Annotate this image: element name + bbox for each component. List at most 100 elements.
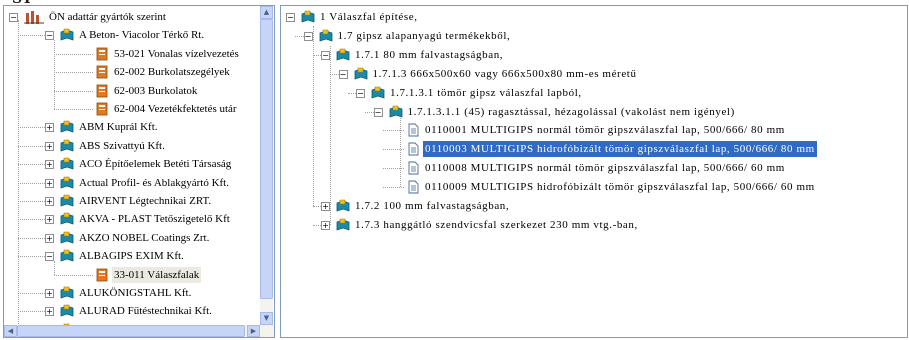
document-icon: [95, 268, 109, 282]
collapse-toggle[interactable]: −: [9, 13, 18, 22]
category-node[interactable]: 1.7.2 100 mm falvastagságban,: [336, 198, 511, 214]
document-node[interactable]: 53-021 Vonalas vízelvezetés: [95, 46, 241, 62]
category-node[interactable]: 1.7.3 hanggátló szendvicsfal szerkezet 2…: [336, 217, 640, 233]
document-node[interactable]: 62-002 Burkolatszegélyek: [95, 64, 232, 80]
manufacturer-node[interactable]: AKVA - PLAST Tetőszigetelő Kft: [60, 211, 232, 227]
bars-chart-icon: [24, 10, 44, 24]
product-node[interactable]: 0110003 MULTIGIPS hidrofóbizált tömör gi…: [406, 140, 818, 159]
collapse-toggle[interactable]: −: [45, 31, 54, 41]
collapse-toggle[interactable]: −: [303, 31, 313, 41]
tree-connector: [347, 92, 356, 94]
document-icon: [95, 102, 109, 116]
manufacturer-node[interactable]: AKZO NOBEL Coatings Zrt.: [60, 230, 211, 246]
tree-node-label: 1.7.1 80 mm falvastagságban,: [355, 48, 504, 61]
page-icon: [406, 180, 420, 194]
product-node[interactable]: 0110001 MULTIGIPS normál tömör gipszvála…: [406, 122, 787, 138]
scroll-right-button[interactable]: ▶: [247, 325, 260, 337]
manufacturer-tree-panel: − ÖN adattár gyártók szerint − A Beton- Via…: [3, 5, 275, 338]
tree-node-label: 0110001 MULTIGIPS normál tömör gipszvála…: [425, 124, 785, 137]
tree-node-label: 53-021 Vonalas vízelvezetés: [114, 47, 239, 60]
manufacturer-node[interactable]: ABS Szivattyú Kft.: [60, 138, 167, 154]
product-node[interactable]: 0110008 MULTIGIPS normál tömör gipszvála…: [406, 160, 787, 176]
book-icon: [60, 231, 74, 245]
expand-toggle[interactable]: +: [45, 160, 54, 170]
tree-connector: [365, 111, 374, 113]
tree-connector: [312, 206, 321, 207]
expand-toggle[interactable]: +: [45, 197, 54, 206]
hscroll-thumb[interactable]: [17, 325, 245, 337]
document-icon: [95, 65, 109, 79]
category-node[interactable]: 1.7.1.3.1.1 (45) ragasztással, hézagolás…: [389, 104, 737, 120]
tree-root[interactable]: ÖN adattár gyártók szerint: [24, 9, 168, 25]
category-node[interactable]: 1 Válaszfal építése,: [301, 9, 420, 25]
tree-node-label: 1.7.2 100 mm falvastagságban,: [355, 200, 510, 212]
scroll-down-button[interactable]: ▼: [260, 312, 273, 325]
manufacturer-node[interactable]: Actual Profil- és Ablakgyártó Kft.: [60, 175, 231, 191]
manufacturer-node[interactable]: ABM Kuprál Kft.: [60, 119, 160, 135]
collapse-toggle[interactable]: −: [45, 252, 54, 262]
book-icon: [60, 304, 74, 318]
product-node[interactable]: 0110009 MULTIGIPS hidrofóbizált tömör gi…: [406, 179, 817, 195]
scroll-thumb[interactable]: [260, 19, 273, 299]
tree-node-label: 1 Válaszfal építése,: [320, 11, 418, 23]
expand-toggle[interactable]: +: [45, 178, 54, 188]
manufacturer-node[interactable]: ALURAD Fűtéstechnikai Kft.: [60, 303, 214, 319]
tree-node-label: ALUKÖNIGSTAHL Kft.: [79, 287, 192, 299]
collapse-toggle[interactable]: −: [321, 50, 330, 60]
tree-node-label: AIRVENT Légtechnikai ZRT.: [79, 195, 212, 207]
tree-connector: [330, 73, 339, 75]
document-node[interactable]: 33-011 Válaszfalak: [95, 266, 202, 283]
category-node[interactable]: 1.7.1.3 666x500x60 vagy 666x500x80 mm-es…: [354, 66, 639, 82]
page-icon: [406, 142, 420, 156]
manufacturer-node[interactable]: ACO Építőelemek Betéti Társaság: [60, 156, 233, 172]
expand-toggle[interactable]: +: [45, 233, 54, 243]
tree-connector: [54, 260, 55, 275]
scroll-left-button[interactable]: ◀: [4, 325, 17, 337]
tree-connector: [18, 293, 45, 294]
book-icon: [389, 105, 403, 119]
book-icon: [60, 28, 74, 42]
collapse-toggle[interactable]: −: [286, 13, 295, 22]
tree-connector: [312, 54, 321, 56]
category-node[interactable]: 1.7.1.3.1 tömör gipsz válaszfal lapból,: [371, 85, 584, 101]
expand-toggle[interactable]: +: [45, 307, 54, 317]
manufacturer-node[interactable]: ALBAGIPS EXIM Kft.: [60, 248, 186, 264]
book-icon: [60, 120, 74, 134]
category-node[interactable]: 1.7.1 80 mm falvastagságban,: [336, 47, 505, 63]
tree-connector: [18, 256, 45, 258]
collapse-toggle[interactable]: −: [373, 107, 383, 117]
tree-connector: [18, 20, 19, 325]
manufacturer-tree[interactable]: − ÖN adattár gyártók szerint − A Beton- Via…: [4, 6, 260, 325]
tree-node-label: AKZO NOBEL Coatings Zrt.: [79, 231, 210, 244]
manufacturer-node[interactable]: A Beton- Viacolor Térkő Rt.: [60, 27, 206, 43]
manufacturer-node[interactable]: ALUKÖNIGSTAHL Kft.: [60, 285, 193, 301]
document-node[interactable]: 62-004 Vezetékfektetés utár: [95, 101, 239, 117]
tree-node-label: 1.7.1.3.1 tömör gipsz válaszfal lapból,: [390, 86, 582, 99]
document-node[interactable]: 62-003 Burkolatok: [95, 83, 199, 99]
book-icon: [60, 139, 74, 153]
collapse-toggle[interactable]: −: [338, 69, 348, 79]
expand-toggle[interactable]: +: [321, 202, 330, 211]
tree-connector: [18, 127, 45, 129]
page-icon: [406, 123, 420, 137]
tree-connector: [18, 164, 45, 166]
book-icon: [336, 199, 350, 213]
category-node[interactable]: 1.7 gipsz alapanyagú termékekből,: [319, 28, 513, 44]
horizontal-scrollbar[interactable]: ◀ ▶: [4, 325, 260, 337]
tree-node-label: 1.7 gipsz alapanyagú termékekből,: [337, 29, 511, 42]
expand-toggle[interactable]: +: [321, 220, 330, 230]
book-icon: [60, 176, 74, 190]
expand-toggle[interactable]: +: [45, 289, 54, 298]
tree-node-label: 62-002 Burkolatszegélyek: [114, 66, 230, 79]
book-icon: [354, 67, 368, 81]
scroll-up-button[interactable]: ▲: [260, 6, 273, 19]
tree-connector: [54, 72, 93, 74]
tree-node-label: ABM Kuprál Kft.: [79, 121, 158, 134]
expand-toggle[interactable]: +: [45, 123, 54, 133]
expand-toggle[interactable]: +: [45, 215, 54, 225]
vertical-scrollbar[interactable]: ▲ ▼: [260, 6, 273, 325]
book-icon: [301, 10, 315, 24]
expand-toggle[interactable]: +: [45, 141, 54, 151]
manufacturer-node[interactable]: AIRVENT Légtechnikai ZRT.: [60, 193, 213, 209]
collapse-toggle[interactable]: −: [356, 88, 365, 98]
